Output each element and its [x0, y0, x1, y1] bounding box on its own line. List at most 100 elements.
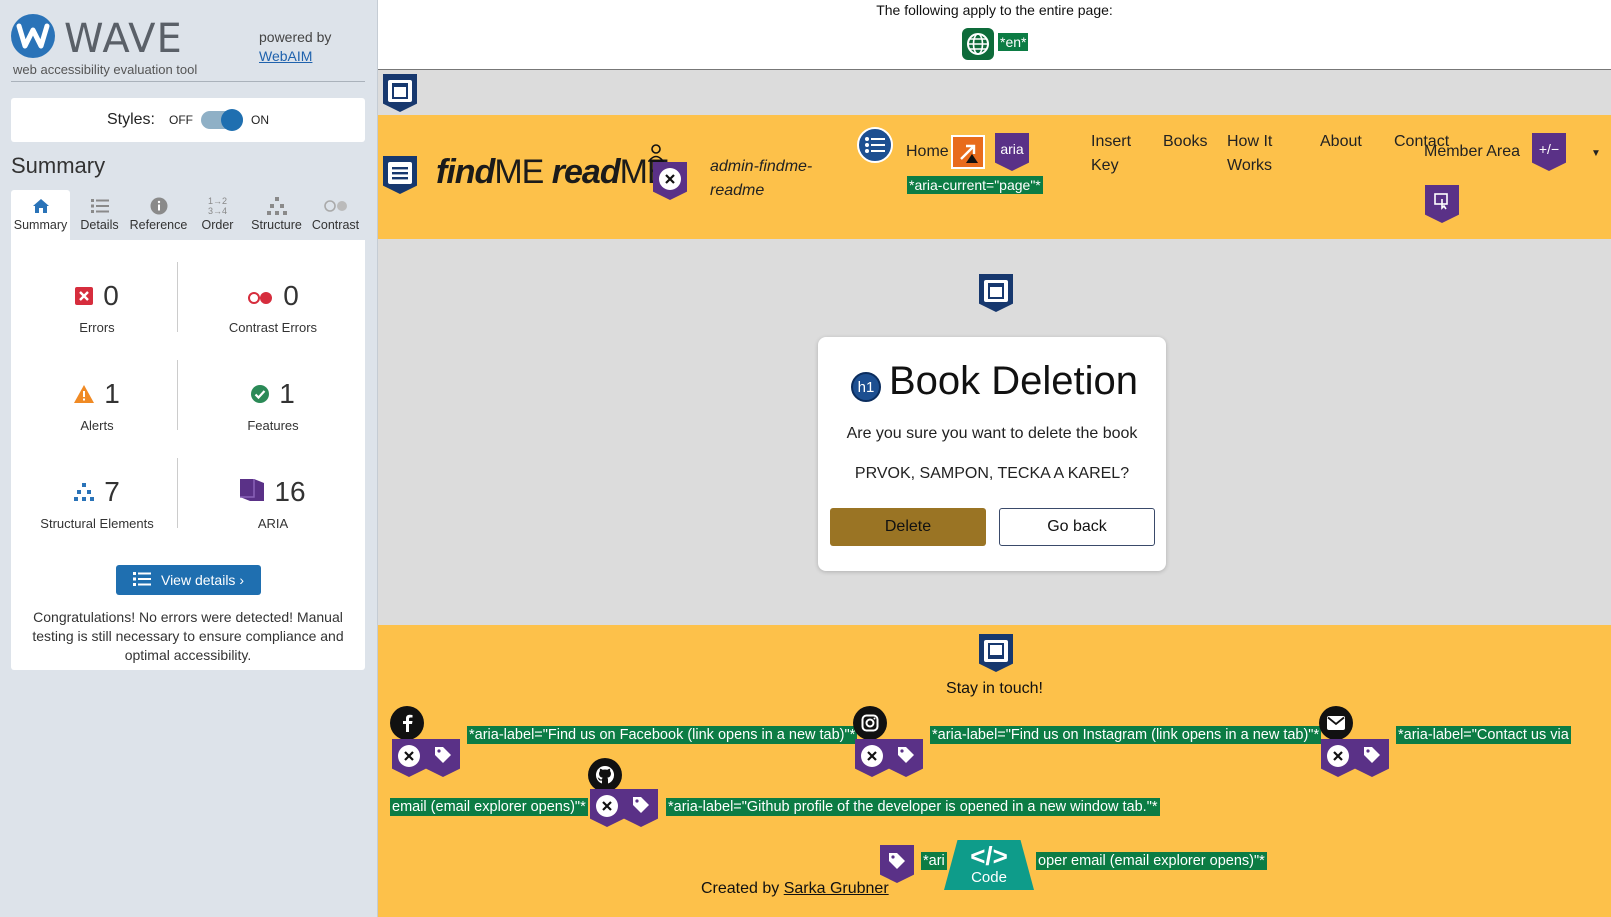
nav-member-area[interactable]: Member Area [1424, 140, 1520, 164]
structural-label: Structural Elements [40, 516, 154, 531]
wave-tagline: web accessibility evaluation tool [13, 62, 198, 77]
created-by: Created by Sarka Grubner [701, 880, 889, 898]
envelope-icon[interactable] [1319, 706, 1353, 740]
list-icon [132, 571, 151, 589]
wave-sidebar: WAVE web accessibility evaluation tool p… [0, 0, 378, 917]
facebook-aria-label-tag: *aria-label="Find us on Facebook (link o… [467, 726, 858, 744]
instagram-aria-label-tag: *aria-label="Find us on Instagram (link … [930, 726, 1322, 744]
nav-insert-key-line: Key [1091, 157, 1119, 174]
stat-contrast-errors: 0 Contrast Errors [193, 278, 353, 335]
aria-label: ARIA [257, 516, 289, 531]
aria-expanded-icon[interactable]: +/− [1531, 132, 1567, 172]
code-label: Code [971, 869, 1007, 886]
structure-stat-icon [74, 476, 95, 508]
wave-logo-word: WAVE [64, 16, 183, 62]
go-back-button[interactable]: Go back [999, 508, 1155, 546]
tab-contrast[interactable]: Contrast [306, 190, 365, 240]
site-footer: Stay in touch! *aria-label="Find us on F… [378, 625, 1611, 917]
stay-in-touch: Stay in touch! [946, 680, 1043, 697]
aria-label-icon[interactable] [888, 738, 924, 778]
aria-hidden-icon[interactable] [589, 788, 625, 828]
nav-insert-key[interactable]: Insert Key [1091, 130, 1131, 178]
aria-label-icon[interactable] [1354, 738, 1390, 778]
view-details-button[interactable]: View details › [116, 565, 261, 595]
tab-structure[interactable]: Structure [247, 190, 306, 240]
main-region-icon[interactable] [978, 273, 1014, 313]
features-count: 1 [279, 378, 295, 409]
tab-details-label: Details [80, 218, 119, 232]
styles-toggle[interactable] [201, 109, 243, 131]
book-name: PRVOK, SAMPON, TECKA A KAREL? [854, 465, 1130, 482]
dropdown-caret-icon[interactable]: ▼ [1591, 148, 1601, 159]
nav-about[interactable]: About [1320, 130, 1362, 154]
navigation-region-icon[interactable] [382, 155, 418, 195]
tab-order[interactable]: 1→2 3→4 Order [188, 190, 247, 240]
tab-details[interactable]: Details [70, 190, 129, 240]
structure-icon [247, 194, 306, 218]
feature-icon [251, 378, 270, 410]
alerts-count: 1 [104, 378, 120, 409]
aria-hidden-icon[interactable] [854, 738, 890, 778]
aria-hidden-icon[interactable] [1320, 738, 1356, 778]
tab-reference-label: Reference [129, 218, 188, 232]
admin-username: admin-findme-readme [710, 158, 813, 199]
applies-text: The following apply to the entire page: [876, 2, 1113, 18]
alerts-label: Alerts [80, 418, 114, 433]
summary-title: Summary [11, 153, 106, 178]
nav-home[interactable]: Home [906, 140, 949, 164]
nav-books[interactable]: Books [1163, 130, 1207, 154]
language-globe-icon[interactable] [962, 28, 994, 60]
brand-read: read [551, 153, 621, 191]
brand-find: find [436, 153, 495, 191]
summary-panel: 0 Errors 0 Contrast Errors 1 Alerts 1 Fe… [11, 240, 365, 670]
tab-reference[interactable]: Reference [129, 190, 188, 240]
redundant-link-alert-icon[interactable] [951, 135, 985, 169]
delete-dialog-card: h1 Book Deletion Are you sure you want t… [818, 337, 1166, 571]
brand-me: ME [494, 153, 544, 191]
created-by-text: Created by [701, 880, 780, 897]
author-aria-label-tag-end: oper email (email explorer opens)"* [1036, 852, 1267, 870]
site-logo[interactable]: findME readME [436, 153, 670, 192]
delete-question: Are you sure you want to delete the book [846, 425, 1138, 442]
delete-button[interactable]: Delete [830, 508, 986, 546]
webaim-link[interactable]: WebAIM [259, 48, 312, 64]
facebook-icon[interactable] [390, 706, 424, 740]
tab-summary-label: Summary [13, 218, 68, 232]
aria-popup-icon[interactable] [1424, 184, 1460, 224]
site-header: findME readME admin-findme-readme Home a… [378, 115, 1611, 239]
structural-count: 7 [104, 476, 120, 507]
email-aria-label-tag-cont: email (email explorer opens)"* [390, 798, 588, 816]
footer-region-icon[interactable] [978, 633, 1014, 673]
heading-level-1-icon[interactable]: h1 [851, 372, 881, 402]
view-details-label: View details › [160, 572, 244, 588]
stat-alerts: 1 Alerts [17, 376, 177, 433]
aria-hidden-icon[interactable] [391, 738, 427, 778]
github-icon[interactable] [588, 758, 622, 792]
aria-label-icon[interactable] [623, 788, 659, 828]
divider [11, 81, 365, 82]
stat-errors: 0 Errors [17, 278, 177, 335]
tab-summary[interactable]: Summary [11, 190, 70, 240]
aria-hidden-icon[interactable] [652, 161, 688, 201]
stat-aria: 16 ARIA [193, 474, 353, 531]
stat-structural: 7 Structural Elements [17, 474, 177, 531]
instagram-icon[interactable] [853, 706, 887, 740]
author-link[interactable]: Sarka Grubner [784, 880, 889, 897]
contrast-errors-count: 0 [283, 280, 299, 311]
nav-how-it-works[interactable]: How It Works [1227, 130, 1272, 178]
aria-label-icon[interactable] [425, 738, 461, 778]
header-region-icon[interactable] [382, 73, 418, 113]
unordered-list-icon[interactable] [857, 127, 893, 163]
list-icon [70, 194, 129, 218]
error-icon [75, 280, 94, 312]
aria-label-icon[interactable] [879, 844, 915, 884]
aria-attribute-icon[interactable]: aria [994, 132, 1030, 172]
code-panel-toggle[interactable]: </> Code [944, 840, 1034, 890]
tab-structure-label: Structure [251, 218, 302, 232]
wave-logo-icon [11, 14, 55, 58]
home-icon [11, 194, 70, 218]
code-icon: </> [970, 841, 1008, 871]
tab-order-label: Order [201, 218, 234, 232]
divider [177, 458, 178, 528]
aria-count: 16 [274, 476, 306, 507]
